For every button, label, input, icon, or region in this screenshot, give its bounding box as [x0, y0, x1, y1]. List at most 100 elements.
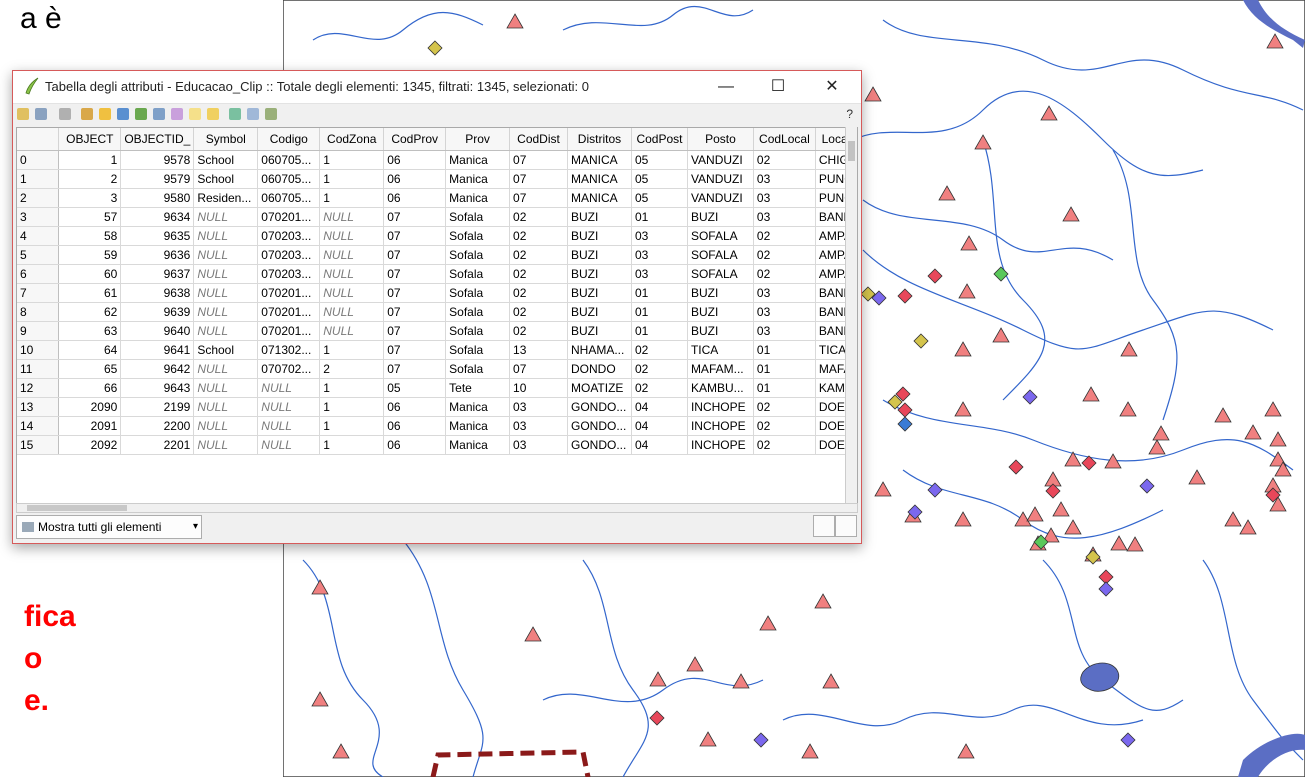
table-cell[interactable]: 9634	[120, 207, 195, 227]
table-cell[interactable]: 03	[753, 207, 816, 227]
table-cell[interactable]: 9579	[120, 169, 195, 189]
delete-field-icon[interactable]	[247, 108, 259, 120]
table-view-button[interactable]	[835, 515, 857, 537]
pan-to-selection-icon[interactable]	[153, 108, 165, 120]
table-cell[interactable]: Sofala	[445, 245, 511, 265]
table-cell[interactable]: 07	[383, 264, 447, 284]
table-cell[interactable]: BUZI	[687, 321, 754, 341]
table-cell[interactable]: VANDUZI	[687, 188, 754, 208]
table-cell[interactable]: Residen...	[193, 188, 259, 208]
table-cell[interactable]: BUZI	[687, 302, 754, 322]
table-cell[interactable]: INCHOPE	[687, 435, 754, 455]
table-cell[interactable]: 070201...	[257, 302, 321, 322]
table-cell[interactable]: NULL	[319, 245, 385, 265]
table-cell[interactable]: 61	[58, 283, 122, 303]
table-row[interactable]: 8 62 9639 NULL 070201... NULL 07 Sofala 02 BUZI 01…	[17, 302, 857, 322]
table-cell[interactable]: 02	[509, 226, 568, 246]
table-cell[interactable]: Manica	[445, 435, 511, 455]
table-cell[interactable]: NULL	[193, 302, 259, 322]
row-number[interactable]: 3	[17, 207, 60, 227]
expression-select-icon[interactable]	[81, 108, 93, 120]
table-cell[interactable]: 01	[631, 321, 688, 341]
close-button[interactable]: ✕	[813, 75, 851, 99]
table-cell[interactable]: 07	[383, 226, 447, 246]
table-cell[interactable]: 02	[509, 283, 568, 303]
table-cell[interactable]: 070203...	[257, 264, 321, 284]
table-cell[interactable]: BUZI	[567, 245, 632, 265]
table-cell[interactable]: 070201...	[257, 321, 321, 341]
table-cell[interactable]: NULL	[319, 207, 385, 227]
table-cell[interactable]: 02	[509, 302, 568, 322]
table-cell[interactable]: 03	[631, 264, 688, 284]
table-cell[interactable]: 9640	[120, 321, 195, 341]
table-cell[interactable]: BUZI	[687, 207, 754, 227]
zoom-to-selection-icon[interactable]	[171, 108, 183, 120]
row-number[interactable]: 12	[17, 378, 60, 398]
table-cell[interactable]: 070201...	[257, 207, 321, 227]
table-cell[interactable]: INCHOPE	[687, 416, 754, 436]
row-number[interactable]: 5	[17, 245, 60, 265]
table-row[interactable]: 1 2 9579 School 060705... 1 06 Manica 07 MANICA 05…	[17, 169, 857, 189]
table-cell[interactable]: Sofala	[445, 207, 511, 227]
field-calculator-icon[interactable]	[265, 108, 277, 120]
table-row[interactable]: 14 2091 2200 NULL NULL 1 06 Manica 03 GONDO... 04 I…	[17, 416, 857, 436]
table-cell[interactable]: 07	[383, 359, 447, 379]
help-button[interactable]: ?	[846, 107, 853, 121]
table-cell[interactable]: 05	[631, 169, 688, 189]
table-cell[interactable]: Manica	[445, 416, 511, 436]
table-cell[interactable]: 03	[509, 435, 568, 455]
table-cell[interactable]: 65	[58, 359, 122, 379]
table-row[interactable]: 4 58 9635 NULL 070203... NULL 07 Sofala 02 BUZI 03…	[17, 226, 857, 246]
table-cell[interactable]: 1	[319, 435, 385, 455]
table-cell[interactable]: 060705...	[257, 150, 321, 170]
table-cell[interactable]: 03	[753, 188, 816, 208]
table-cell[interactable]: 05	[383, 378, 447, 398]
table-cell[interactable]: 06	[383, 150, 447, 170]
column-header[interactable]: OBJECTID_	[120, 128, 195, 151]
new-field-icon[interactable]	[229, 108, 241, 120]
table-cell[interactable]: Sofala	[445, 283, 511, 303]
table-cell[interactable]: 060705...	[257, 169, 321, 189]
table-cell[interactable]: School	[193, 340, 259, 360]
table-cell[interactable]: 2092	[58, 435, 122, 455]
row-number[interactable]: 2	[17, 188, 60, 208]
table-cell[interactable]: 13	[509, 340, 568, 360]
column-header[interactable]: CodPost	[631, 128, 688, 151]
table-cell[interactable]: BUZI	[687, 283, 754, 303]
table-cell[interactable]: Sofala	[445, 359, 511, 379]
table-row[interactable]: 11 65 9642 NULL 070702... 2 07 Sofala 07 DONDO 02 M…	[17, 359, 857, 379]
table-cell[interactable]: NULL	[193, 283, 259, 303]
table-cell[interactable]: 1	[58, 150, 122, 170]
table-cell[interactable]: 9638	[120, 283, 195, 303]
table-cell[interactable]: 07	[383, 207, 447, 227]
table-cell[interactable]: 9580	[120, 188, 195, 208]
row-number[interactable]: 1	[17, 169, 60, 189]
table-cell[interactable]: 02	[753, 150, 816, 170]
table-cell[interactable]: NULL	[193, 397, 259, 417]
table-cell[interactable]: Tete	[445, 378, 511, 398]
table-cell[interactable]: MOATIZE	[567, 378, 632, 398]
table-cell[interactable]: MANICA	[567, 150, 632, 170]
table-row[interactable]: 10 64 9641 School 071302... 1 07 Sofala 13 NHAMA.…	[17, 340, 857, 360]
table-cell[interactable]: Manica	[445, 188, 511, 208]
table-cell[interactable]: 04	[631, 397, 688, 417]
column-header[interactable]: Distritos	[567, 128, 632, 151]
table-cell[interactable]: 070203...	[257, 226, 321, 246]
table-cell[interactable]: 07	[509, 359, 568, 379]
table-cell[interactable]: NULL	[193, 359, 259, 379]
table-cell[interactable]: VANDUZI	[687, 169, 754, 189]
table-cell[interactable]: 03	[753, 321, 816, 341]
table-cell[interactable]: 1	[319, 416, 385, 436]
table-cell[interactable]: 07	[509, 169, 568, 189]
table-cell[interactable]: 9643	[120, 378, 195, 398]
scroll-thumb[interactable]	[848, 141, 855, 161]
table-cell[interactable]: 62	[58, 302, 122, 322]
table-cell[interactable]: KAMBU...	[687, 378, 754, 398]
table-cell[interactable]: 9636	[120, 245, 195, 265]
table-cell[interactable]: 07	[383, 245, 447, 265]
table-cell[interactable]: Sofala	[445, 302, 511, 322]
table-cell[interactable]: 1	[319, 397, 385, 417]
table-cell[interactable]: 2200	[120, 416, 195, 436]
table-cell[interactable]: NULL	[319, 283, 385, 303]
table-cell[interactable]: MAFAM...	[687, 359, 754, 379]
